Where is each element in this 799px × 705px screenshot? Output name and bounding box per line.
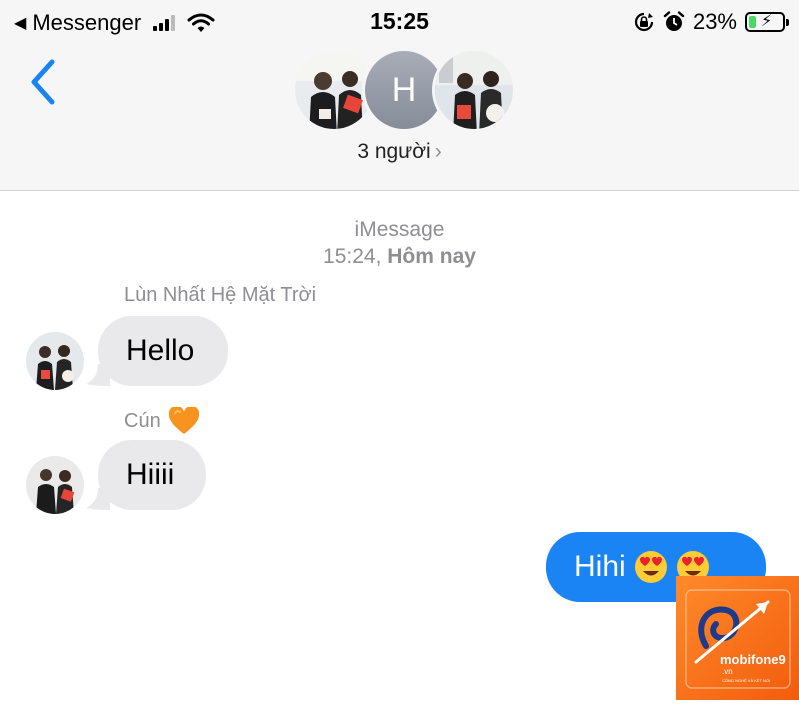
group-avatars[interactable]: H	[292, 48, 516, 132]
avatar-initial-text: H	[391, 70, 417, 109]
alarm-icon	[663, 11, 685, 31]
battery-percent: 23%	[692, 9, 737, 34]
chevron-right-icon: ›	[434, 140, 442, 163]
message-sender-row: Cún	[124, 407, 199, 435]
charging-bolt-icon: ⚡	[761, 13, 773, 30]
battery-level-fill	[749, 16, 756, 28]
status-bar: ◀ Messenger 15:25 23% ⚡	[0, 0, 799, 44]
service-label: iMessage	[354, 218, 445, 241]
member-avatar-photo	[432, 48, 516, 132]
message-text: Hiiii	[126, 458, 175, 491]
status-right-group: 23% ⚡	[633, 9, 789, 35]
timestamp-day: Hôm nay	[387, 245, 476, 268]
chevron-left-icon[interactable]	[24, 56, 64, 108]
sender-avatar[interactable]	[26, 332, 84, 390]
timestamp-time: 15:24,	[323, 245, 382, 268]
heart-eyes-emoji-icon	[634, 551, 667, 583]
member-count-label: 3 người	[357, 140, 431, 163]
svg-text:.vn: .vn	[722, 667, 733, 676]
incoming-message-bubble[interactable]: Hiiii	[98, 440, 206, 510]
sender-avatar[interactable]	[26, 456, 84, 514]
rotation-lock-icon	[634, 12, 654, 32]
orange-heart-icon	[168, 407, 199, 434]
thread-timestamp: 15:24, Hôm nay	[0, 245, 799, 269]
conversation-header: H 3 người ›	[0, 44, 799, 191]
svg-text:CÔNG NGHỆ VÀ KẾT NỐI: CÔNG NGHỆ VÀ KẾT NỐI	[722, 678, 770, 683]
message-sender-name: Lùn Nhất Hệ Mặt Trời	[124, 284, 317, 306]
message-text: Hihi	[574, 550, 626, 583]
incoming-message-bubble[interactable]: Hello	[98, 316, 228, 386]
message-sender-name: Cún	[124, 409, 161, 432]
battery-icon: ⚡	[745, 12, 789, 32]
mobifone9-watermark-logo: mobifone9 .vn CÔNG NGHỆ VÀ KẾT NỐI	[676, 576, 799, 700]
svg-text:mobifone9: mobifone9	[720, 652, 786, 667]
message-text: Hello	[126, 334, 195, 367]
member-count-button[interactable]: 3 người ›	[0, 140, 799, 164]
